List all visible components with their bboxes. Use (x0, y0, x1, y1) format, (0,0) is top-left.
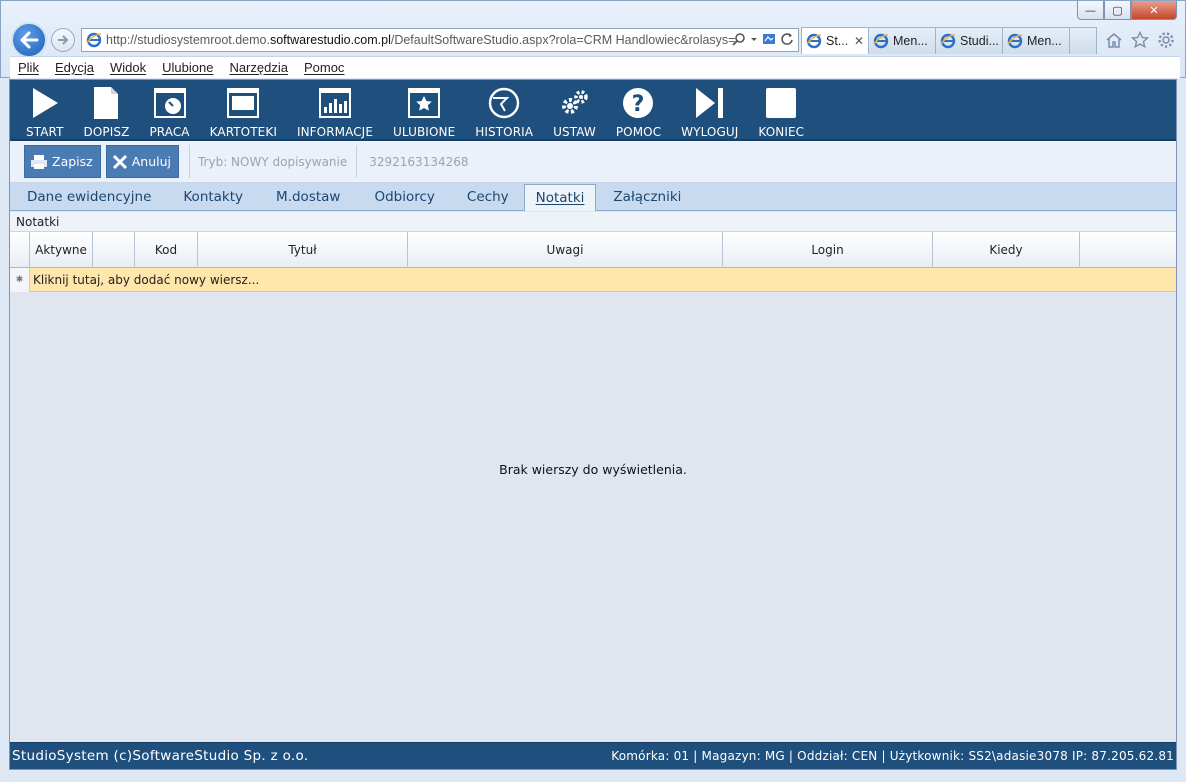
notes-panel: Notatki Aktywne Kod Tytuł Uwagi Login Ki… (10, 212, 1176, 744)
separator (356, 145, 358, 178)
menu-pomoc[interactable]: Pomoc (304, 60, 344, 75)
tab-odbiorcy[interactable]: Odbiorcy (363, 184, 445, 210)
svg-text:?: ? (632, 92, 645, 117)
column-indicator (10, 232, 30, 268)
panel-title: Notatki (10, 212, 1176, 232)
separator (188, 145, 190, 178)
browser-tab-1[interactable]: St... ✕ (801, 27, 869, 54)
skip-icon (695, 88, 723, 118)
dropdown-arrow-icon[interactable] (750, 32, 758, 46)
star-window-icon (408, 88, 441, 118)
toolbar-dopisz-button[interactable]: DOPISZ (74, 80, 140, 141)
toolbar-koniec-button[interactable]: KONIEC (748, 80, 814, 141)
minimize-button[interactable]: — (1077, 1, 1104, 20)
square-icon (766, 88, 797, 118)
search-icon[interactable] (732, 32, 746, 46)
new-row-label: Kliknij tutaj, aby dodać nowy wiersz... (33, 272, 260, 287)
mode-text: Tryb: NOWY dopisywanie (197, 154, 348, 169)
tab-bar: Dane ewidencyjne Kontakty M.dostaw Odbio… (10, 183, 1176, 211)
arrow-right-icon (58, 35, 69, 45)
main-toolbar: START DOPISZ PRACA KARTOTEKI INFORMACJE … (10, 80, 1176, 141)
browser-tabs: St... ✕ Men... Studi... Men... (801, 27, 1097, 54)
status-copyright: StudioSystem (c)SoftwareStudio Sp. z o.o… (12, 748, 309, 764)
new-row-asterisk-icon: ✱ (10, 267, 30, 292)
tab-notatki[interactable]: Notatki (523, 184, 597, 211)
add-new-row[interactable]: ✱ Kliknij tutaj, aby dodać nowy wiersz..… (10, 267, 1176, 292)
app-container: START DOPISZ PRACA KARTOTEKI INFORMACJE … (9, 79, 1177, 770)
question-icon: ? (623, 88, 654, 118)
maximize-button[interactable]: ▢ (1104, 1, 1131, 20)
toolbar-historia-button[interactable]: HISTORIA (465, 80, 543, 141)
column-uwagi[interactable]: Uwagi (408, 232, 723, 268)
browser-right-icons (1105, 31, 1175, 49)
status-session-info: Komórka: 01 | Magazyn: MG | Oddział: CEN… (611, 749, 1174, 763)
status-bar: StudioSystem (c)SoftwareStudio Sp. z o.o… (10, 742, 1176, 769)
toolbar-informacje-button[interactable]: INFORMACJE (287, 80, 383, 141)
back-button[interactable] (11, 22, 47, 58)
close-icon (112, 154, 127, 169)
document-icon (94, 87, 119, 119)
tab-dane-ewidencyjne[interactable]: Dane ewidencyjne (16, 184, 162, 210)
play-icon (32, 88, 58, 118)
browser-tab-4[interactable]: Men... (1002, 27, 1070, 54)
toolbar-pomoc-button[interactable]: ? POMOC (606, 80, 671, 141)
tab-kontakty[interactable]: Kontakty (172, 184, 254, 210)
column-aktywne[interactable]: Aktywne (30, 232, 93, 268)
column-login[interactable]: Login (723, 232, 933, 268)
address-url: http://studiosystemroot.demo.softwarestu… (106, 33, 736, 47)
close-tab-icon[interactable]: ✕ (854, 34, 864, 48)
ie-page-icon (86, 32, 102, 48)
window-controls: — ▢ ✕ (1077, 1, 1177, 20)
close-window-button[interactable]: ✕ (1131, 1, 1177, 20)
window-icon (227, 88, 260, 118)
empty-grid-message: Brak wierszy do wyświetlenia. (499, 462, 687, 477)
column-kod[interactable]: Kod (135, 232, 198, 268)
menu-widok[interactable]: Widok (110, 60, 146, 75)
home-icon[interactable] (1105, 31, 1123, 49)
history-icon (488, 87, 520, 119)
browser-chrome: — ▢ ✕ http://studiosystemroot.demo.softw… (0, 0, 1186, 78)
tab-cechy[interactable]: Cechy (456, 184, 520, 210)
printer-save-icon (31, 154, 47, 169)
bar-chart-icon (318, 88, 351, 118)
column-kiedy[interactable]: Kiedy (933, 232, 1080, 268)
cancel-button[interactable]: Anuluj (105, 145, 179, 178)
document-number: 3292163134268 (369, 154, 469, 169)
favorites-star-icon[interactable] (1131, 31, 1149, 49)
column-tytul[interactable]: Tytuł (198, 232, 408, 268)
browser-tab-3[interactable]: Studi... (935, 27, 1003, 54)
browser-tab-2[interactable]: Men... (868, 27, 936, 54)
toolbar-start-button[interactable]: START (16, 80, 74, 141)
refresh-icon[interactable] (780, 32, 794, 46)
gauge-icon (153, 88, 186, 118)
arrow-left-icon (20, 31, 39, 49)
tab-zalaczniki[interactable]: Załączniki (602, 184, 692, 210)
gears-icon (562, 90, 589, 114)
tab-m-dostaw[interactable]: M.dostaw (265, 184, 351, 210)
toolbar-praca-button[interactable]: PRACA (139, 80, 199, 141)
settings-gear-icon[interactable] (1157, 31, 1175, 49)
compatibility-view-icon[interactable] (762, 32, 776, 46)
column-filler (1080, 232, 1174, 268)
forward-button[interactable] (51, 28, 75, 52)
toolbar-ustaw-button[interactable]: USTAW (543, 80, 606, 141)
address-bar[interactable]: http://studiosystemroot.demo.softwarestu… (81, 28, 799, 52)
toolbar-wyloguj-button[interactable]: WYLOGUJ (671, 80, 748, 141)
toolbar-ulubione-button[interactable]: ULUBIONE (383, 80, 465, 141)
menu-plik[interactable]: Plik (18, 60, 39, 75)
menu-edycja[interactable]: Edycja (55, 60, 94, 75)
toolbar-kartoteki-button[interactable]: KARTOTEKI (200, 80, 287, 141)
ie-tab-icon (940, 33, 956, 49)
ie-tab-icon (1007, 33, 1023, 49)
ie-tab-icon (873, 33, 889, 49)
action-bar: Zapisz Anuluj Tryb: NOWY dopisywanie 329… (10, 141, 1176, 183)
grid-header: Aktywne Kod Tytuł Uwagi Login Kiedy (10, 232, 1176, 268)
ie-tab-icon (806, 33, 822, 49)
new-tab-button[interactable] (1069, 27, 1097, 54)
menu-ulubione[interactable]: Ulubione (162, 60, 213, 75)
save-button[interactable]: Zapisz (24, 145, 101, 178)
browser-menu-bar: Plik Edycja Widok Ulubione Narzędzia Pom… (10, 56, 1180, 78)
column-blank[interactable] (93, 232, 135, 268)
menu-narzedzia[interactable]: Narzędzia (229, 60, 288, 75)
